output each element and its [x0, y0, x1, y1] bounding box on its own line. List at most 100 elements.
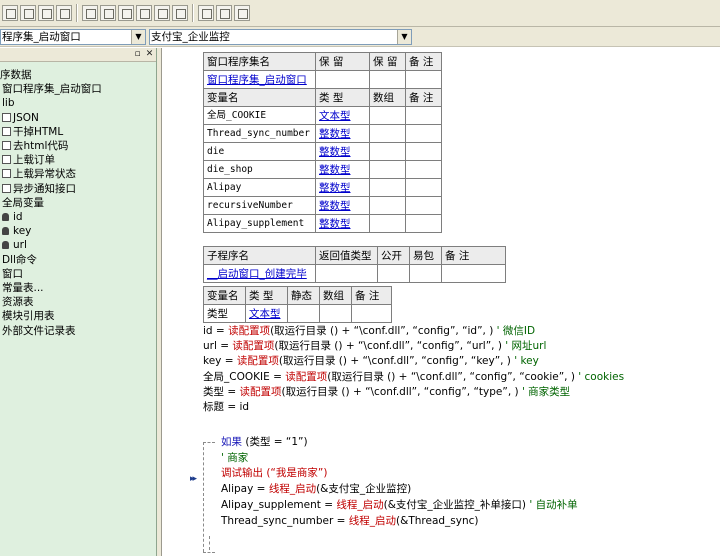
same-height-icon[interactable]: [172, 5, 188, 21]
table-row[interactable]: Thread_sync_number 整数型: [203, 124, 442, 143]
tree-item[interactable]: key: [2, 224, 31, 238]
table-cell[interactable]: [369, 106, 406, 125]
code-line[interactable]: Thread_sync_number = 线程_启动(&Thread_sync): [221, 514, 479, 528]
table-cell[interactable]: [441, 264, 506, 283]
table-cell[interactable]: [369, 124, 406, 143]
table-cell[interactable]: [377, 264, 410, 283]
code-line[interactable]: 类型 = 读配置项(取运行目录 () + “\conf.dll”, “confi…: [203, 385, 570, 399]
tree-item[interactable]: 上载异常状态: [2, 167, 76, 181]
compile-icon[interactable]: [38, 5, 54, 21]
tree-item[interactable]: 资源表: [2, 295, 34, 309]
table-cell[interactable]: [315, 70, 370, 89]
var-type-cell[interactable]: 整数型: [315, 178, 370, 197]
local-var-name[interactable]: 类型: [203, 304, 246, 323]
code-editor[interactable]: 窗口程序集名 保 留 保 留 备 注 窗口程序集_启动窗口 变量名 类 型 数组…: [163, 48, 720, 556]
same-width-icon[interactable]: [154, 5, 170, 21]
var-type-cell[interactable]: 整数型: [315, 196, 370, 215]
var-name[interactable]: Alipay: [203, 178, 316, 197]
close-icon[interactable]: ✕: [144, 49, 155, 60]
table-cell[interactable]: [369, 160, 406, 179]
tree-item[interactable]: 去html代码: [2, 139, 68, 153]
tree-item[interactable]: lib: [2, 96, 15, 110]
code-line[interactable]: key = 读配置项(取运行目录 () + “\conf.dll”, “conf…: [203, 354, 539, 368]
code-line[interactable]: url = 读配置项(取运行目录 () + “\conf.dll”, “conf…: [203, 339, 546, 353]
tree-item[interactable]: 常量表...: [2, 281, 44, 295]
table-cell[interactable]: [319, 304, 352, 323]
code-line[interactable]: 全局_COOKIE = 读配置项(取运行目录 () + “\conf.dll”,…: [203, 370, 624, 384]
table-cell[interactable]: [287, 304, 320, 323]
table-cell[interactable]: [315, 264, 378, 283]
table-cell[interactable]: [369, 70, 406, 89]
align-top-icon[interactable]: [118, 5, 134, 21]
code-line[interactable]: Alipay_supplement = 线程_启动(&支付宝_企业监控_补单接口…: [221, 498, 578, 512]
align-bottom-icon[interactable]: [136, 5, 152, 21]
debug-line[interactable]: 调试输出 (“我是商家”): [221, 466, 327, 480]
tree-item[interactable]: JSON: [2, 111, 39, 125]
table-cell[interactable]: [405, 106, 442, 125]
table-cell[interactable]: [369, 214, 406, 233]
code-line[interactable]: Alipay = 线程_启动(&支付宝_企业监控): [221, 482, 411, 496]
table-row[interactable]: recursiveNumber 整数型: [203, 196, 442, 215]
var-name[interactable]: die: [203, 142, 316, 161]
pane-splitter[interactable]: [157, 48, 162, 556]
var-type-cell[interactable]: 文本型: [315, 106, 370, 125]
table-cell[interactable]: [405, 142, 442, 161]
table-cell[interactable]: [405, 196, 442, 215]
table-row[interactable]: Alipay_supplement 整数型: [203, 214, 442, 233]
outdent-icon[interactable]: [20, 5, 36, 21]
code-line[interactable]: 标题 = id: [203, 400, 249, 414]
chevron-down-icon[interactable]: ▼: [131, 30, 145, 44]
table-cell[interactable]: [409, 264, 442, 283]
subroutine-select[interactable]: 支付宝_企业监控 ▼: [149, 29, 412, 45]
table-cell[interactable]: [369, 196, 406, 215]
tree-item[interactable]: 异步通知接口: [2, 182, 76, 196]
chevron-down-icon[interactable]: ▼: [397, 30, 411, 44]
pin-icon[interactable]: ▫: [132, 49, 143, 60]
grid-icon[interactable]: [198, 5, 214, 21]
table-cell[interactable]: [369, 142, 406, 161]
comment-line[interactable]: ' 商家: [221, 451, 248, 465]
var-name[interactable]: die_shop: [203, 160, 316, 179]
tree-item[interactable]: 干掉HTML: [2, 125, 63, 139]
var-type-cell[interactable]: 整数型: [315, 124, 370, 143]
table-cell[interactable]: [405, 124, 442, 143]
tree-item[interactable]: 序数据: [0, 68, 32, 82]
table-cell[interactable]: [351, 304, 392, 323]
align-center-icon[interactable]: [100, 5, 116, 21]
table-cell[interactable]: [405, 178, 442, 197]
table-cell[interactable]: [369, 178, 406, 197]
tree-item[interactable]: 外部文件记录表: [2, 324, 76, 338]
assembly-name-cell[interactable]: 窗口程序集_启动窗口: [203, 70, 316, 89]
table-cell[interactable]: [405, 70, 442, 89]
align-right-icon[interactable]: [82, 5, 98, 21]
table-row[interactable]: 全局_COOKIE 文本型: [203, 106, 442, 125]
if-line[interactable]: 如果 (类型 = “1”): [221, 435, 308, 449]
var-name[interactable]: recursiveNumber: [203, 196, 316, 215]
tree-item[interactable]: id: [2, 210, 23, 224]
tree-item[interactable]: Dll命令: [2, 253, 37, 267]
table-row[interactable]: Alipay 整数型: [203, 178, 442, 197]
tree-item[interactable]: 全局变量: [2, 196, 44, 210]
local-var-type-cell[interactable]: 文本型: [245, 304, 288, 323]
var-name[interactable]: Alipay_supplement: [203, 214, 316, 233]
var-name[interactable]: Thread_sync_number: [203, 124, 316, 143]
order-icon[interactable]: [234, 5, 250, 21]
align-left-icon[interactable]: [56, 5, 72, 21]
table-row[interactable]: die_shop 整数型: [203, 160, 442, 179]
tree-item[interactable]: 模块引用表: [2, 309, 55, 323]
tree-item[interactable]: 上载订单: [2, 153, 55, 167]
subroutine-name-cell[interactable]: __启动窗口_创建完毕: [203, 264, 316, 283]
lock-icon[interactable]: [216, 5, 232, 21]
var-type-cell[interactable]: 整数型: [315, 160, 370, 179]
table-row[interactable]: die 整数型: [203, 142, 442, 161]
table-cell[interactable]: [405, 214, 442, 233]
tree-item[interactable]: 窗口: [2, 267, 23, 281]
code-line[interactable]: id = 读配置项(取运行目录 () + “\conf.dll”, “confi…: [203, 324, 535, 338]
var-name[interactable]: 全局_COOKIE: [203, 106, 316, 125]
tree-item[interactable]: url: [2, 238, 27, 252]
table-cell[interactable]: [405, 160, 442, 179]
var-type-cell[interactable]: 整数型: [315, 142, 370, 161]
tree-item[interactable]: 窗口程序集_启动窗口: [2, 82, 102, 96]
var-type-cell[interactable]: 整数型: [315, 214, 370, 233]
indent-icon[interactable]: [2, 5, 18, 21]
